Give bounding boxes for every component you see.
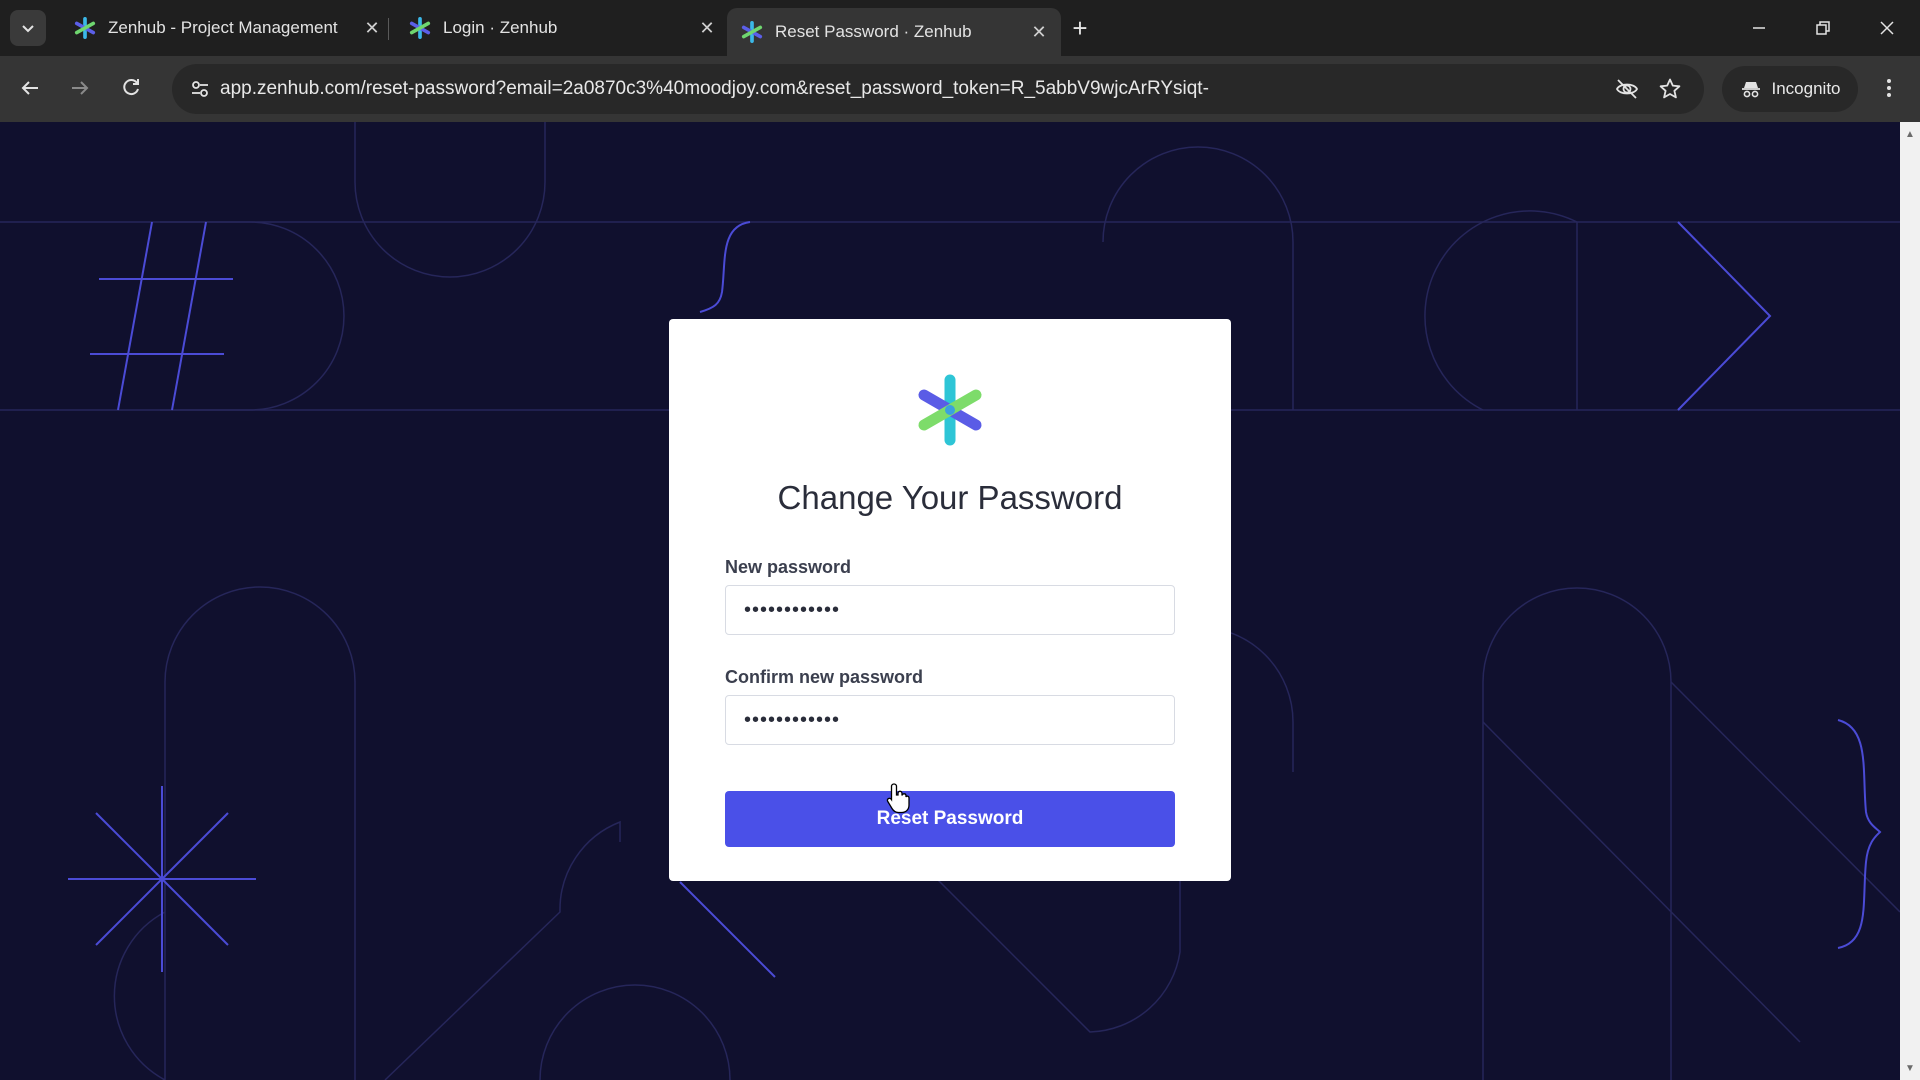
scroll-up-arrow-icon[interactable]: ▲ [1904,128,1916,140]
zenhub-logo-icon [918,374,982,446]
restore-icon [1816,21,1830,35]
hand-cursor-icon [886,783,910,814]
tab-divider [388,18,389,40]
confirm-password-value: •••••••••••• [744,708,841,731]
reset-password-card: Change Your Password New password ••••••… [669,319,1231,881]
arrow-left-icon [21,81,38,95]
incognito-label: Incognito [1771,79,1841,98]
browser-tab-strip: Zenhub - Project Management ✕ Login · Ze… [0,0,1920,56]
scroll-down-arrow-icon[interactable]: ▼ [1904,1062,1916,1074]
close-window-button[interactable] [1862,8,1912,48]
address-bar[interactable]: app.zenhub.com/reset-password?email=2a08… [172,64,1704,114]
zenhub-favicon-icon [741,21,763,43]
incognito-icon [1741,82,1760,98]
site-info-button[interactable] [180,78,220,100]
tab-reset-password-zenhub[interactable]: Reset Password · Zenhub ✕ [727,8,1061,56]
reload-button[interactable] [113,70,149,106]
tab-title: Zenhub - Project Management [108,18,338,37]
page-viewport: Change Your Password New password ••••••… [0,122,1900,1080]
reset-password-button[interactable]: Reset Password [725,791,1175,847]
tab-title: Login · Zenhub [443,18,558,37]
close-tab-icon[interactable]: ✕ [360,18,384,39]
new-password-label: New password [725,557,852,577]
page-title: Change Your Password [777,479,1123,516]
page-scrollbar[interactable]: ▲ ▼ [1900,122,1920,1080]
forward-button[interactable] [62,70,98,106]
eye-off-icon[interactable] [1614,76,1640,102]
arrow-right-icon [72,81,89,95]
close-tab-icon[interactable]: ✕ [695,18,719,39]
tab-title: Reset Password · Zenhub [775,22,972,41]
close-tab-icon[interactable]: ✕ [1027,22,1051,43]
browser-toolbar: app.zenhub.com/reset-password?email=2a08… [0,56,1920,122]
confirm-password-label: Confirm new password [725,667,924,687]
browser-menu-button[interactable] [1874,70,1904,106]
back-button[interactable] [12,70,48,106]
reload-icon [123,79,139,96]
bookmark-star-icon[interactable] [1658,77,1682,101]
more-vertical-icon [1887,79,1891,97]
url-text[interactable]: app.zenhub.com/reset-password?email=2a08… [220,78,1614,100]
minimize-icon [1753,27,1765,29]
tab-search-button[interactable] [10,10,46,46]
chevron-down-icon [22,25,34,33]
minimize-window-button[interactable] [1734,8,1784,48]
new-tab-button[interactable]: + [1064,12,1096,44]
restore-window-button[interactable] [1798,8,1848,48]
tune-icon [192,81,208,97]
zenhub-favicon-icon [409,17,431,39]
tab-login-zenhub[interactable]: Login · Zenhub ✕ [395,8,729,48]
tab-zenhub-project-management[interactable]: Zenhub - Project Management ✕ [60,8,394,48]
close-icon [1880,21,1894,35]
confirm-password-field[interactable]: •••••••••••• [725,695,1175,745]
new-password-value: •••••••••••• [744,598,841,621]
incognito-badge[interactable]: Incognito [1722,66,1858,112]
zenhub-favicon-icon [74,17,96,39]
new-password-field[interactable]: •••••••••••• [725,585,1175,635]
